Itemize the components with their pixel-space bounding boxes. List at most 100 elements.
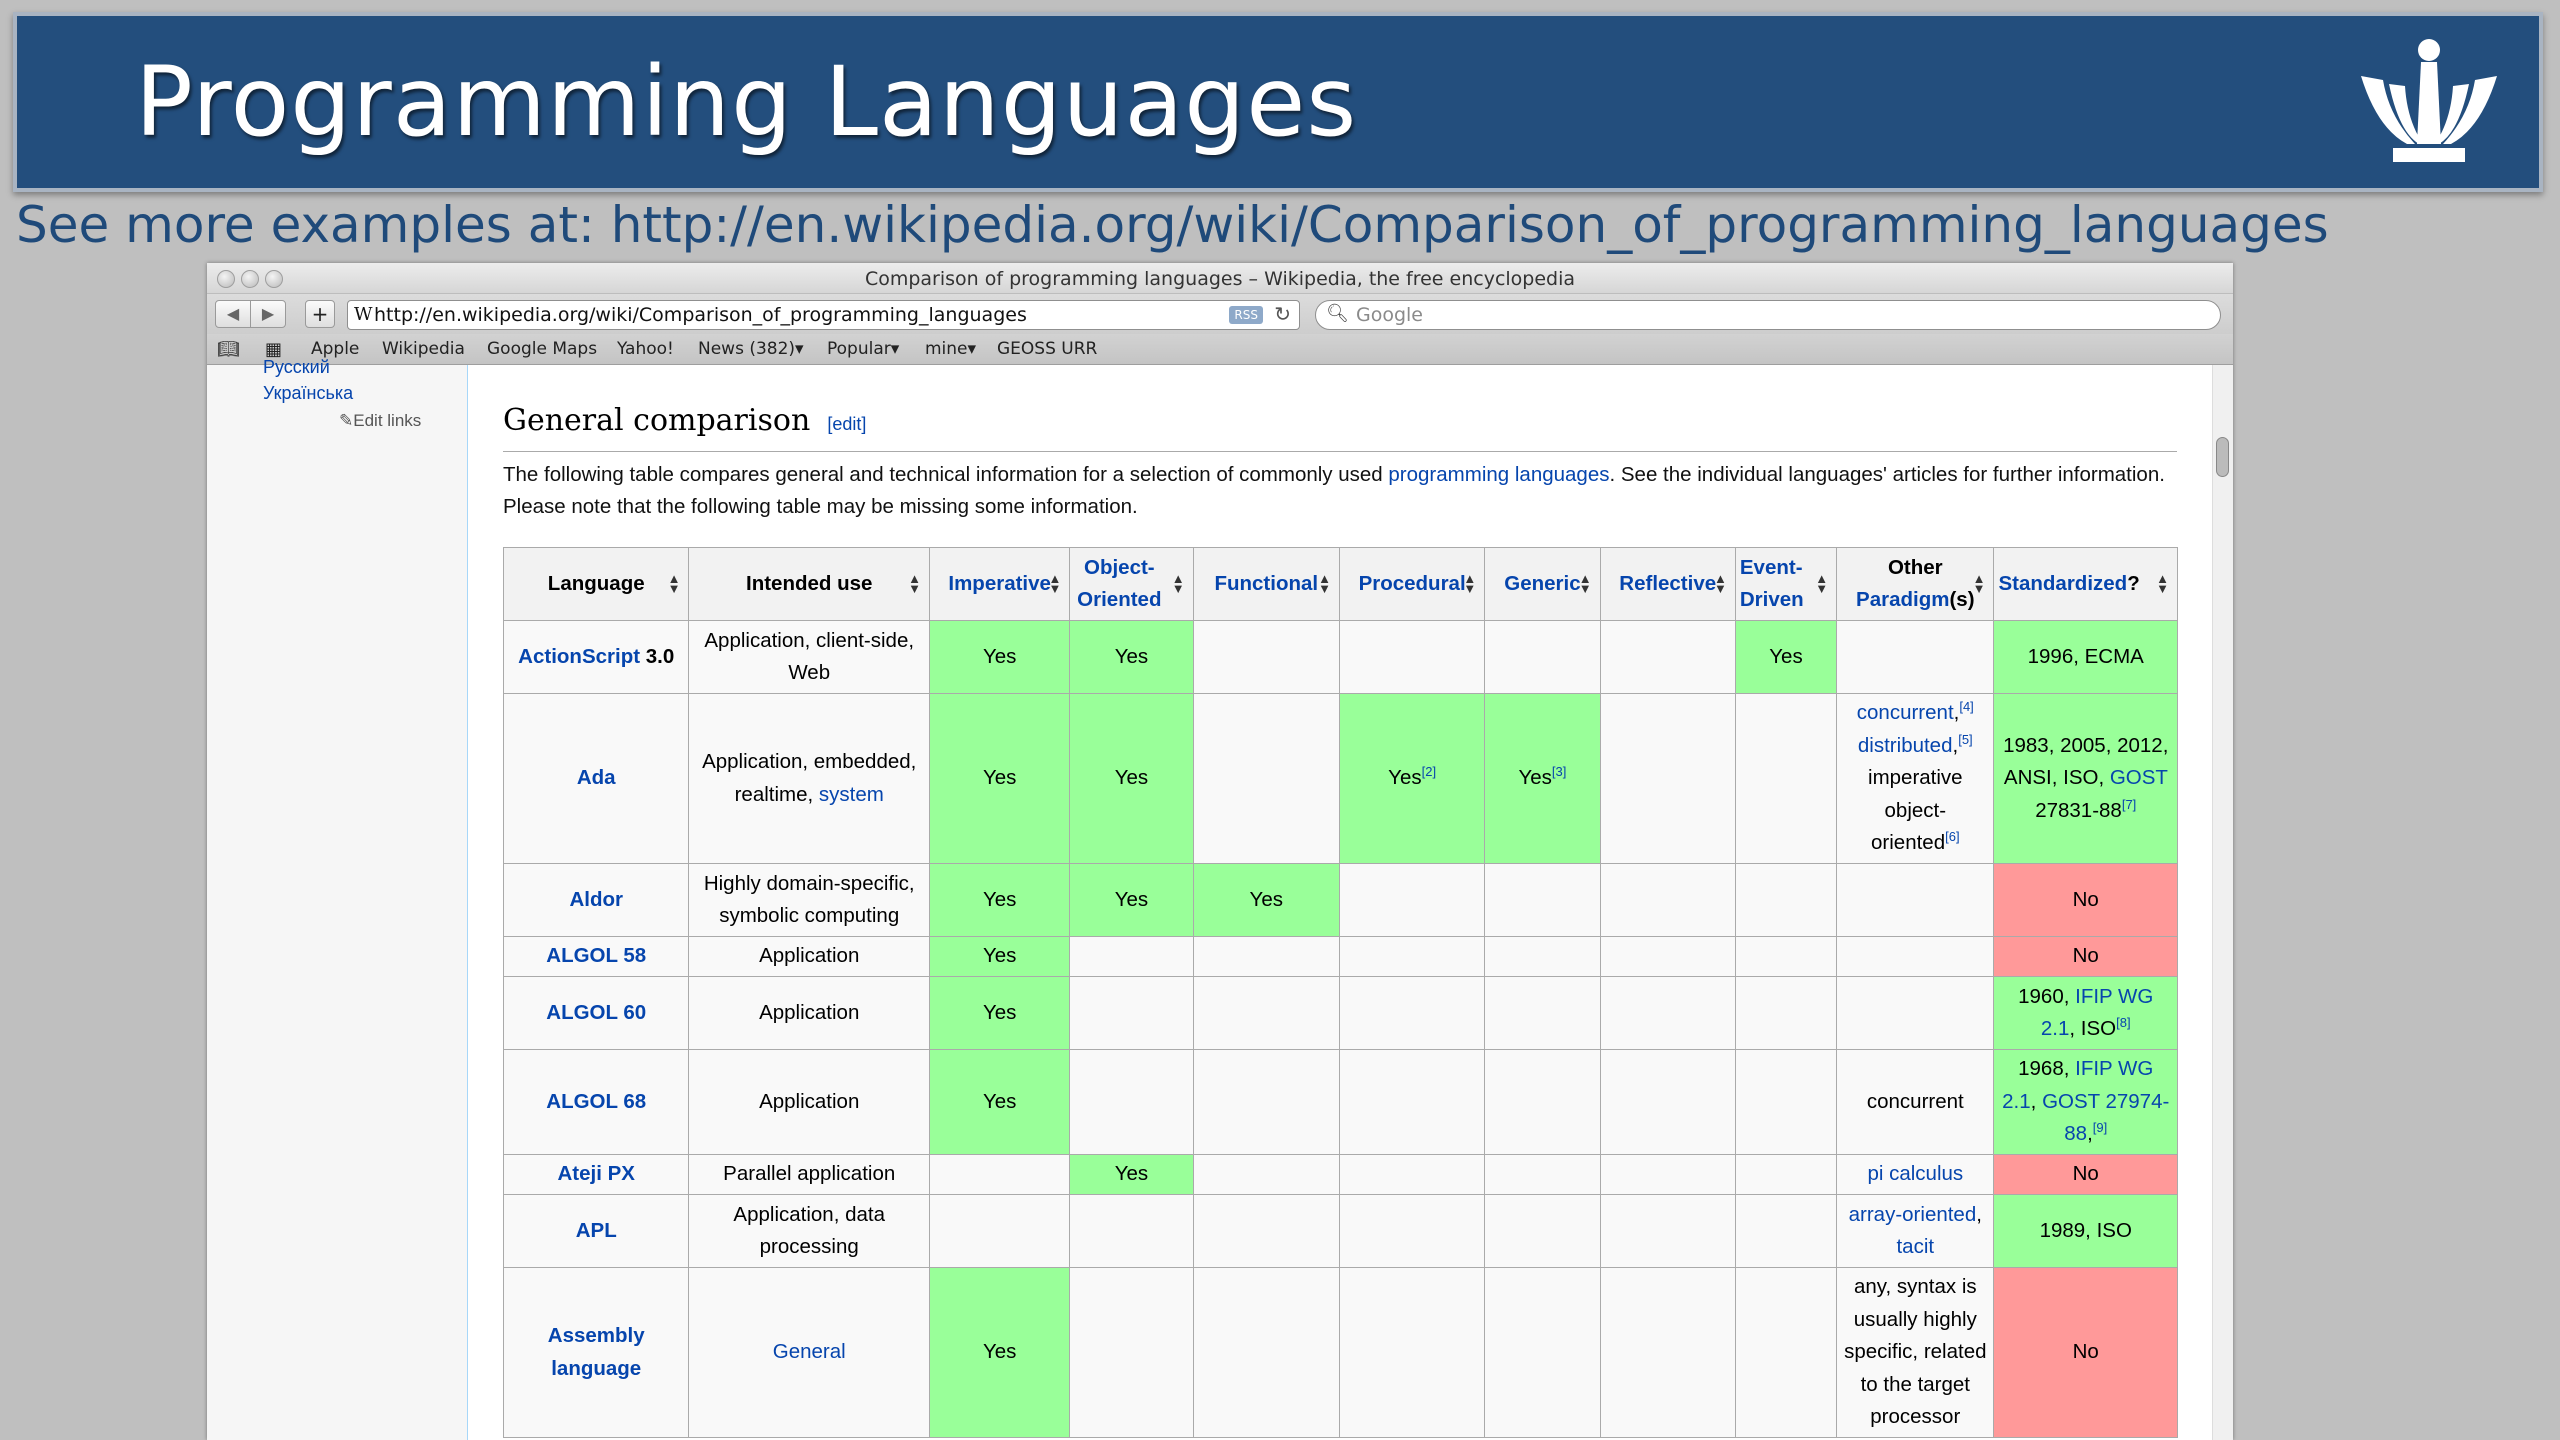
empty-cell — [1484, 1194, 1601, 1268]
paradigm-link[interactable]: Paradigm — [1856, 588, 1949, 611]
column-header-imperative[interactable]: Imperative ▲ ▼ — [928, 547, 1071, 621]
forward-button[interactable]: ▶ — [250, 300, 286, 328]
header-link[interactable]: Object-Oriented — [1074, 552, 1164, 617]
header-link[interactable]: Imperative — [948, 572, 1051, 595]
array-oriented-link[interactable]: array-oriented — [1849, 1203, 1977, 1226]
sort-icon[interactable]: ▲ ▼ — [1973, 572, 1986, 595]
other-paradigms-cell: pi calculus — [1836, 1154, 1995, 1195]
yes-cell: Yes — [928, 1049, 1071, 1155]
bookmark-google-maps[interactable]: Google Maps — [487, 339, 597, 359]
gost-link[interactable]: GOST — [2110, 766, 2168, 789]
bookmark-wikipedia[interactable]: Wikipedia — [382, 339, 465, 359]
tacit-link[interactable]: tacit — [1896, 1235, 1934, 1258]
header-link[interactable]: Reflective — [1619, 572, 1716, 595]
other-paradigms-cell: any, syntax is usually highly specific, … — [1836, 1267, 1995, 1438]
column-header-generic[interactable]: Generic ▲ ▼ — [1484, 547, 1601, 621]
sort-icon[interactable]: ▲ ▼ — [1318, 572, 1331, 595]
back-button[interactable]: ◀ — [215, 300, 251, 328]
column-header-language[interactable]: Language ▲ ▼ — [502, 547, 690, 621]
table-row: Assembly language General Yes any, synta… — [502, 1267, 2178, 1438]
bookmark-news[interactable]: News (382)▾ — [698, 339, 804, 359]
sort-icon[interactable]: ▲ ▼ — [1714, 572, 1727, 595]
sort-icon[interactable]: ▲ ▼ — [1172, 572, 1185, 595]
empty-cell — [1599, 976, 1736, 1050]
address-bar[interactable]: W http://en.wikipedia.org/wiki/Compariso… — [347, 300, 1300, 330]
pi-calculus-link[interactable]: pi calculus — [1867, 1162, 1963, 1185]
bookmark-yahoo[interactable]: Yahoo! — [617, 339, 674, 359]
empty-cell — [1484, 1267, 1601, 1438]
general-link[interactable]: General — [773, 1340, 846, 1363]
header-link[interactable]: Generic — [1504, 572, 1580, 595]
sort-icon[interactable]: ▲ ▼ — [1463, 572, 1476, 595]
sort-icon[interactable]: ▲ ▼ — [2156, 572, 2169, 595]
language-link[interactable]: Aldor — [569, 888, 623, 911]
plus-icon: + — [311, 302, 329, 326]
language-link[interactable]: ALGOL 68 — [546, 1090, 646, 1113]
vertical-scrollbar[interactable] — [2212, 365, 2233, 1440]
add-bookmark-button[interactable]: + — [305, 300, 335, 328]
header-link[interactable]: Procedural — [1359, 572, 1466, 595]
sidebar-language-link[interactable]: Українська — [263, 383, 353, 404]
bookmark-apple[interactable]: Apple — [311, 339, 359, 359]
column-header-reflective[interactable]: Reflective ▲ ▼ — [1599, 547, 1736, 621]
sort-icon[interactable]: ▲ ▼ — [908, 572, 921, 595]
gost-link[interactable]: GOST 27974-88 — [2042, 1090, 2169, 1146]
intended-use-cell: Application — [688, 976, 930, 1050]
reference-link[interactable]: [5] — [1958, 732, 1972, 747]
language-link[interactable]: ActionScript — [518, 645, 640, 668]
system-link[interactable]: system — [819, 783, 884, 806]
no-cell: No — [1993, 936, 2178, 977]
url-text[interactable]: http://en.wikipedia.org/wiki/Comparison_… — [374, 304, 1027, 326]
section-edit-link[interactable]: [edit] — [827, 414, 866, 434]
sidebar-language-link[interactable]: Русский — [263, 357, 330, 378]
distributed-link[interactable]: distributed — [1858, 734, 1953, 757]
column-header-procedural[interactable]: Procedural ▲ ▼ — [1338, 547, 1486, 621]
reference-link[interactable]: [4] — [1959, 699, 1973, 714]
reference-link[interactable]: [3] — [1552, 764, 1566, 779]
sort-icon[interactable]: ▲ ▼ — [1815, 572, 1828, 595]
browser-toolbar: ◀ ▶ + W http://en.wikipedia.org/wiki/Com… — [207, 294, 2233, 334]
reload-icon[interactable]: ↻ — [1274, 302, 1291, 326]
reference-link[interactable]: [8] — [2116, 1015, 2130, 1030]
column-header-intended-use[interactable]: Intended use ▲ ▼ — [688, 547, 930, 621]
language-link[interactable]: ALGOL 60 — [546, 1001, 646, 1024]
header-link[interactable]: Standardized — [1998, 572, 2127, 595]
intended-use-cell: Parallel application — [688, 1154, 930, 1195]
bookmark-popular[interactable]: Popular▾ — [827, 339, 899, 359]
rss-button[interactable]: RSS — [1229, 306, 1263, 324]
forward-arrow-icon: ▶ — [261, 304, 275, 323]
sort-icon[interactable]: ▲ ▼ — [1579, 572, 1592, 595]
search-input[interactable]: 🔍︎ Google — [1315, 300, 2221, 330]
edit-links-link[interactable]: ✎Edit links — [339, 411, 421, 431]
scroll-thumb[interactable] — [2216, 437, 2229, 477]
language-link[interactable]: Ada — [577, 766, 616, 789]
sort-icon[interactable]: ▲ ▼ — [668, 572, 681, 595]
reference-link[interactable]: [9] — [2093, 1120, 2107, 1135]
reference-link[interactable]: [7] — [2122, 797, 2136, 812]
column-header-functional[interactable]: Functional ▲ ▼ — [1192, 547, 1340, 621]
header-link[interactable]: Event-Driven — [1740, 552, 1806, 617]
empty-cell — [1734, 976, 1838, 1050]
column-header-object-oriented[interactable]: Object-Oriented ▲ ▼ — [1069, 547, 1194, 621]
language-link[interactable]: ALGOL 58 — [546, 944, 646, 967]
column-header-other-paradigms[interactable]: Other Paradigm(s) ▲ ▼ — [1836, 547, 1995, 621]
column-header-event-driven[interactable]: Event-Driven ▲ ▼ — [1734, 547, 1838, 621]
reference-link[interactable]: [6] — [1945, 829, 1959, 844]
reference-link[interactable]: [2] — [1422, 764, 1436, 779]
yes-cell: Yes — [1192, 863, 1340, 937]
column-header-standardized[interactable]: Standardized? ▲ ▼ — [1993, 547, 2178, 621]
bookmark-geoss-urr[interactable]: GEOSS URR — [997, 339, 1097, 359]
empty-cell — [1734, 1049, 1838, 1155]
language-link[interactable]: APL — [576, 1219, 617, 1242]
programming-languages-link[interactable]: programming languages — [1388, 463, 1609, 486]
language-link[interactable]: Assembly language — [548, 1324, 645, 1380]
yes-cell: Yes — [1069, 620, 1194, 694]
reading-list-icon[interactable]: 📖︎ — [217, 339, 240, 360]
header-link[interactable]: Functional — [1214, 572, 1318, 595]
empty-cell — [1192, 1154, 1340, 1195]
bookmark-mine[interactable]: mine▾ — [925, 339, 976, 359]
concurrent-link[interactable]: concurrent — [1857, 701, 1954, 724]
language-link[interactable]: Ateji PX — [557, 1162, 634, 1185]
sort-icon[interactable]: ▲ ▼ — [1048, 572, 1061, 595]
intended-use-cell: Application — [688, 1049, 930, 1155]
